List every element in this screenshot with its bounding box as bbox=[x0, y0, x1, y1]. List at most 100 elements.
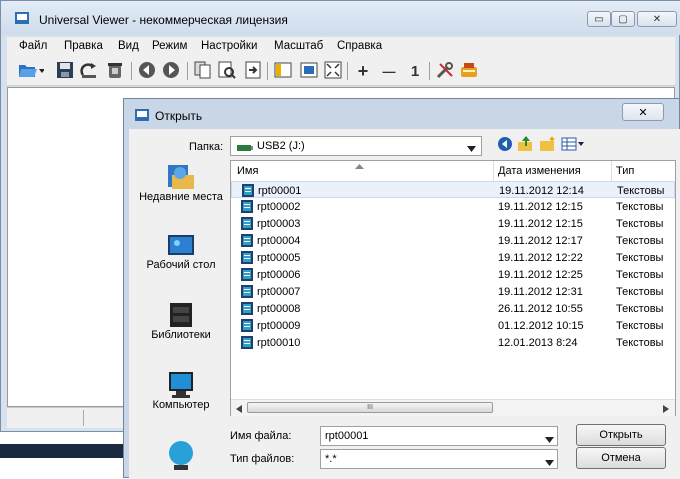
file-row[interactable]: rpt00008 26.11.2012 10:55 Текстовы bbox=[231, 300, 675, 317]
file-row[interactable]: rpt00002 19.11.2012 12:15 Текстовы bbox=[231, 198, 675, 215]
close-button[interactable]: ✕ bbox=[637, 11, 677, 27]
menu-help[interactable]: Справка bbox=[337, 40, 382, 52]
network-icon bbox=[169, 441, 193, 470]
reload-icon bbox=[80, 61, 98, 82]
column-divider[interactable] bbox=[611, 161, 612, 181]
scroll-grip-icon: III bbox=[367, 404, 373, 411]
reload-button[interactable] bbox=[79, 61, 99, 81]
file-name: rpt00006 bbox=[257, 269, 301, 281]
up-folder-button[interactable] bbox=[517, 136, 535, 155]
chevron-down-icon[interactable] bbox=[545, 457, 554, 469]
place-recent[interactable]: Недавние места bbox=[136, 163, 226, 203]
forward-button[interactable] bbox=[161, 61, 181, 81]
usb-drive-icon bbox=[237, 143, 253, 155]
menu-file[interactable]: Файл bbox=[19, 40, 47, 52]
open-button[interactable] bbox=[17, 61, 45, 81]
tools-button[interactable] bbox=[435, 61, 455, 81]
file-date: 19.11.2012 12:15 bbox=[498, 218, 583, 230]
column-divider[interactable] bbox=[493, 161, 494, 181]
dialog-close-button[interactable]: ✕ bbox=[622, 103, 664, 121]
horizontal-scrollbar[interactable]: III bbox=[231, 399, 675, 416]
zoom-in-button[interactable]: + bbox=[353, 61, 373, 81]
actual-size-button[interactable]: 1 bbox=[405, 61, 425, 81]
menu-settings[interactable]: Настройки bbox=[201, 40, 257, 52]
maximize-icon: ▢ bbox=[618, 13, 628, 25]
text-file-icon bbox=[242, 184, 254, 197]
save-icon bbox=[56, 61, 74, 82]
file-name: rpt00007 bbox=[257, 286, 301, 298]
file-row[interactable]: rpt00004 19.11.2012 12:17 Текстовы bbox=[231, 232, 675, 249]
menu-zoom[interactable]: Масштаб bbox=[274, 40, 323, 52]
export-button[interactable] bbox=[243, 61, 263, 81]
minimize-button[interactable]: ▭ bbox=[587, 11, 611, 27]
file-type: Текстовы bbox=[616, 286, 664, 298]
menu-mode[interactable]: Режим bbox=[152, 40, 187, 52]
back-button[interactable] bbox=[137, 61, 157, 81]
file-row[interactable]: rpt00009 01.12.2012 10:15 Текстовы bbox=[231, 317, 675, 334]
place-label: Библиотеки bbox=[151, 329, 211, 341]
back-nav-button[interactable] bbox=[497, 136, 513, 155]
place-network[interactable] bbox=[136, 439, 226, 473]
open-button[interactable]: Открыть bbox=[576, 424, 666, 446]
file-date: 19.11.2012 12:17 bbox=[498, 235, 583, 247]
place-desktop[interactable]: Рабочий стол bbox=[136, 233, 226, 271]
folder-value: USB2 (J:) bbox=[257, 140, 305, 152]
toolbar-separator bbox=[267, 62, 268, 80]
column-date[interactable]: Дата изменения bbox=[498, 165, 581, 177]
delete-button[interactable] bbox=[105, 61, 125, 81]
file-row[interactable]: rpt00005 19.11.2012 12:22 Текстовы bbox=[231, 249, 675, 266]
toolbar-separator bbox=[187, 62, 188, 80]
column-type[interactable]: Тип bbox=[616, 165, 634, 177]
scroll-thumb[interactable]: III bbox=[247, 402, 493, 413]
place-label: Рабочий стол bbox=[146, 259, 216, 271]
zoom-in-icon: + bbox=[357, 60, 369, 81]
maximize-button[interactable]: ▢ bbox=[611, 11, 635, 27]
filetype-dropdown[interactable]: *.* bbox=[320, 449, 558, 469]
folder-label: Папка: bbox=[189, 141, 224, 153]
text-file-icon bbox=[241, 336, 253, 349]
file-row[interactable]: rpt00006 19.11.2012 12:25 Текстовы bbox=[231, 266, 675, 283]
places-bar: Недавние места Рабочий стол Библиотеки К… bbox=[136, 159, 226, 479]
panel-button[interactable] bbox=[273, 61, 293, 81]
print-preview-icon bbox=[218, 61, 236, 82]
view-menu-icon bbox=[561, 137, 584, 151]
copy-button[interactable] bbox=[193, 61, 213, 81]
place-libraries[interactable]: Библиотеки bbox=[136, 299, 226, 341]
cancel-button[interactable]: Отмена bbox=[576, 447, 666, 469]
file-name: rpt00001 bbox=[258, 185, 302, 197]
new-folder-button[interactable] bbox=[539, 136, 557, 155]
chevron-down-icon bbox=[467, 143, 476, 155]
folder-dropdown[interactable]: USB2 (J:) bbox=[230, 136, 482, 156]
file-name: rpt00005 bbox=[257, 252, 301, 264]
file-type: Текстовы bbox=[616, 320, 664, 332]
minimize-icon: ▭ bbox=[594, 13, 604, 25]
fullscreen-window-button[interactable] bbox=[299, 61, 319, 81]
scroll-left-icon[interactable] bbox=[236, 404, 242, 416]
scroll-right-icon[interactable] bbox=[663, 404, 669, 416]
file-name: rpt00004 bbox=[257, 235, 301, 247]
file-type: Текстовы bbox=[616, 269, 664, 281]
place-computer[interactable]: Компьютер bbox=[136, 371, 226, 411]
title-bar[interactable]: Universal Viewer - некоммерческая лиценз… bbox=[1, 1, 680, 35]
view-menu-button[interactable] bbox=[561, 136, 585, 155]
file-row[interactable]: rpt00003 19.11.2012 12:15 Текстовы bbox=[231, 215, 675, 232]
sort-ascending-icon bbox=[355, 160, 364, 172]
export-icon bbox=[244, 61, 262, 82]
file-row[interactable]: rpt00007 19.11.2012 12:31 Текстовы bbox=[231, 283, 675, 300]
plugin-button[interactable] bbox=[459, 61, 479, 81]
print-preview-button[interactable] bbox=[217, 61, 237, 81]
up-folder-icon bbox=[518, 136, 532, 151]
file-row[interactable]: rpt00010 12.01.2013 8:24 Текстовы bbox=[231, 334, 675, 351]
menu-edit[interactable]: Правка bbox=[64, 40, 103, 52]
filetype-value: *.* bbox=[325, 453, 337, 465]
menu-view[interactable]: Вид bbox=[118, 40, 139, 52]
fit-button[interactable] bbox=[323, 61, 343, 81]
zoom-out-button[interactable]: — bbox=[379, 61, 399, 81]
filename-input[interactable]: rpt00001 bbox=[320, 426, 558, 446]
delete-icon bbox=[106, 61, 124, 82]
chevron-down-icon[interactable] bbox=[545, 434, 554, 446]
save-button[interactable] bbox=[55, 61, 75, 81]
file-name: rpt00008 bbox=[257, 303, 301, 315]
file-row[interactable]: rpt00001 19.11.2012 12:14 Текстовы bbox=[231, 181, 675, 198]
column-name[interactable]: Имя bbox=[237, 165, 258, 177]
